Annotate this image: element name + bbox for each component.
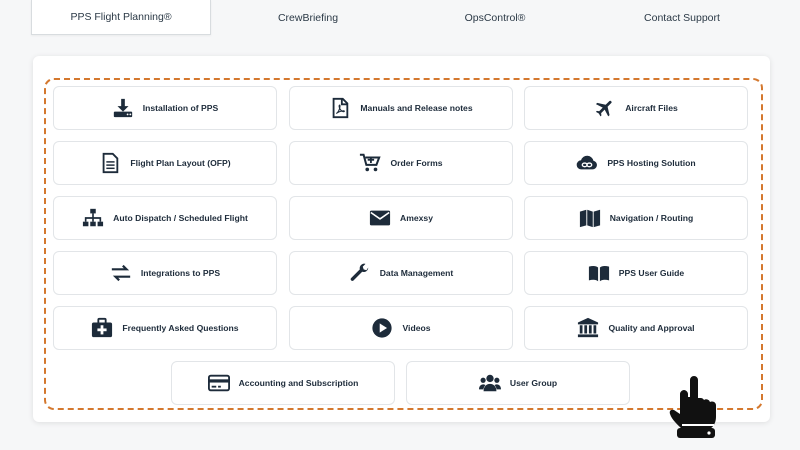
content-panel: Installation of PPS Manuals and Release …	[33, 56, 770, 422]
envelope-icon	[369, 207, 391, 229]
card-label: Accounting and Subscription	[238, 378, 359, 388]
cloud-link-icon	[576, 152, 598, 174]
card-order-forms[interactable]: Order Forms	[289, 141, 513, 185]
tab-crewbriefing[interactable]: CrewBriefing	[218, 0, 398, 35]
pointing-hand-icon	[665, 372, 721, 440]
download-icon	[112, 97, 134, 119]
tab-opscontrol[interactable]: OpsControl®	[405, 0, 585, 35]
card-user-group[interactable]: User Group	[406, 361, 630, 405]
airplane-icon	[594, 97, 616, 119]
card-flight-plan-layout[interactable]: Flight Plan Layout (OFP)	[53, 141, 277, 185]
card-label: Videos	[402, 323, 431, 333]
sitemap-icon	[82, 207, 104, 229]
card-navigation-routing[interactable]: Navigation / Routing	[524, 196, 748, 240]
card-label: Manuals and Release notes	[360, 103, 473, 113]
card-aircraft-files[interactable]: Aircraft Files	[524, 86, 748, 130]
card-faq[interactable]: Frequently Asked Questions	[53, 306, 277, 350]
card-label: Auto Dispatch / Scheduled Flight	[113, 213, 248, 223]
map-icon	[579, 207, 601, 229]
card-accounting-and-subscription[interactable]: Accounting and Subscription	[171, 361, 395, 405]
card-label: Amexsy	[400, 213, 433, 223]
card-data-management[interactable]: Data Management	[289, 251, 513, 295]
tab-pps-flight-planning[interactable]: PPS Flight Planning®	[31, 0, 211, 35]
card-label: Data Management	[379, 268, 454, 278]
credit-card-icon	[207, 372, 230, 394]
card-label: Order Forms	[390, 158, 443, 168]
institution-icon	[577, 317, 599, 339]
play-circle-icon	[371, 317, 393, 339]
document-icon	[99, 152, 121, 174]
card-label: PPS Hosting Solution	[607, 158, 696, 168]
cart-plus-icon	[359, 152, 382, 174]
card-videos[interactable]: Videos	[289, 306, 513, 350]
card-label: Navigation / Routing	[609, 213, 694, 223]
tab-contact-support[interactable]: Contact Support	[592, 0, 772, 35]
open-book-icon	[588, 262, 610, 284]
top-tab-bar: PPS Flight Planning® CrewBriefing OpsCon…	[0, 0, 800, 36]
card-label: Quality and Approval	[608, 323, 695, 333]
users-icon	[478, 372, 501, 394]
card-label: User Group	[509, 378, 558, 388]
exchange-arrows-icon	[110, 262, 132, 284]
wrench-icon	[349, 262, 371, 284]
card-pps-hosting-solution[interactable]: PPS Hosting Solution	[524, 141, 748, 185]
card-label: Flight Plan Layout (OFP)	[130, 158, 231, 168]
card-label: Integrations to PPS	[140, 268, 221, 278]
card-label: PPS User Guide	[618, 268, 685, 278]
card-label: Frequently Asked Questions	[122, 323, 239, 333]
card-label: Installation of PPS	[142, 103, 219, 113]
pdf-file-icon	[329, 97, 351, 119]
card-installation-of-pps[interactable]: Installation of PPS	[53, 86, 277, 130]
card-amexsy[interactable]: Amexsy	[289, 196, 513, 240]
card-manuals-and-release-notes[interactable]: Manuals and Release notes	[289, 86, 513, 130]
card-quality-and-approval[interactable]: Quality and Approval	[524, 306, 748, 350]
card-pps-user-guide[interactable]: PPS User Guide	[524, 251, 748, 295]
card-label: Aircraft Files	[625, 103, 678, 113]
card-auto-dispatch[interactable]: Auto Dispatch / Scheduled Flight	[53, 196, 277, 240]
first-aid-kit-icon	[91, 317, 113, 339]
card-integrations-to-pps[interactable]: Integrations to PPS	[53, 251, 277, 295]
